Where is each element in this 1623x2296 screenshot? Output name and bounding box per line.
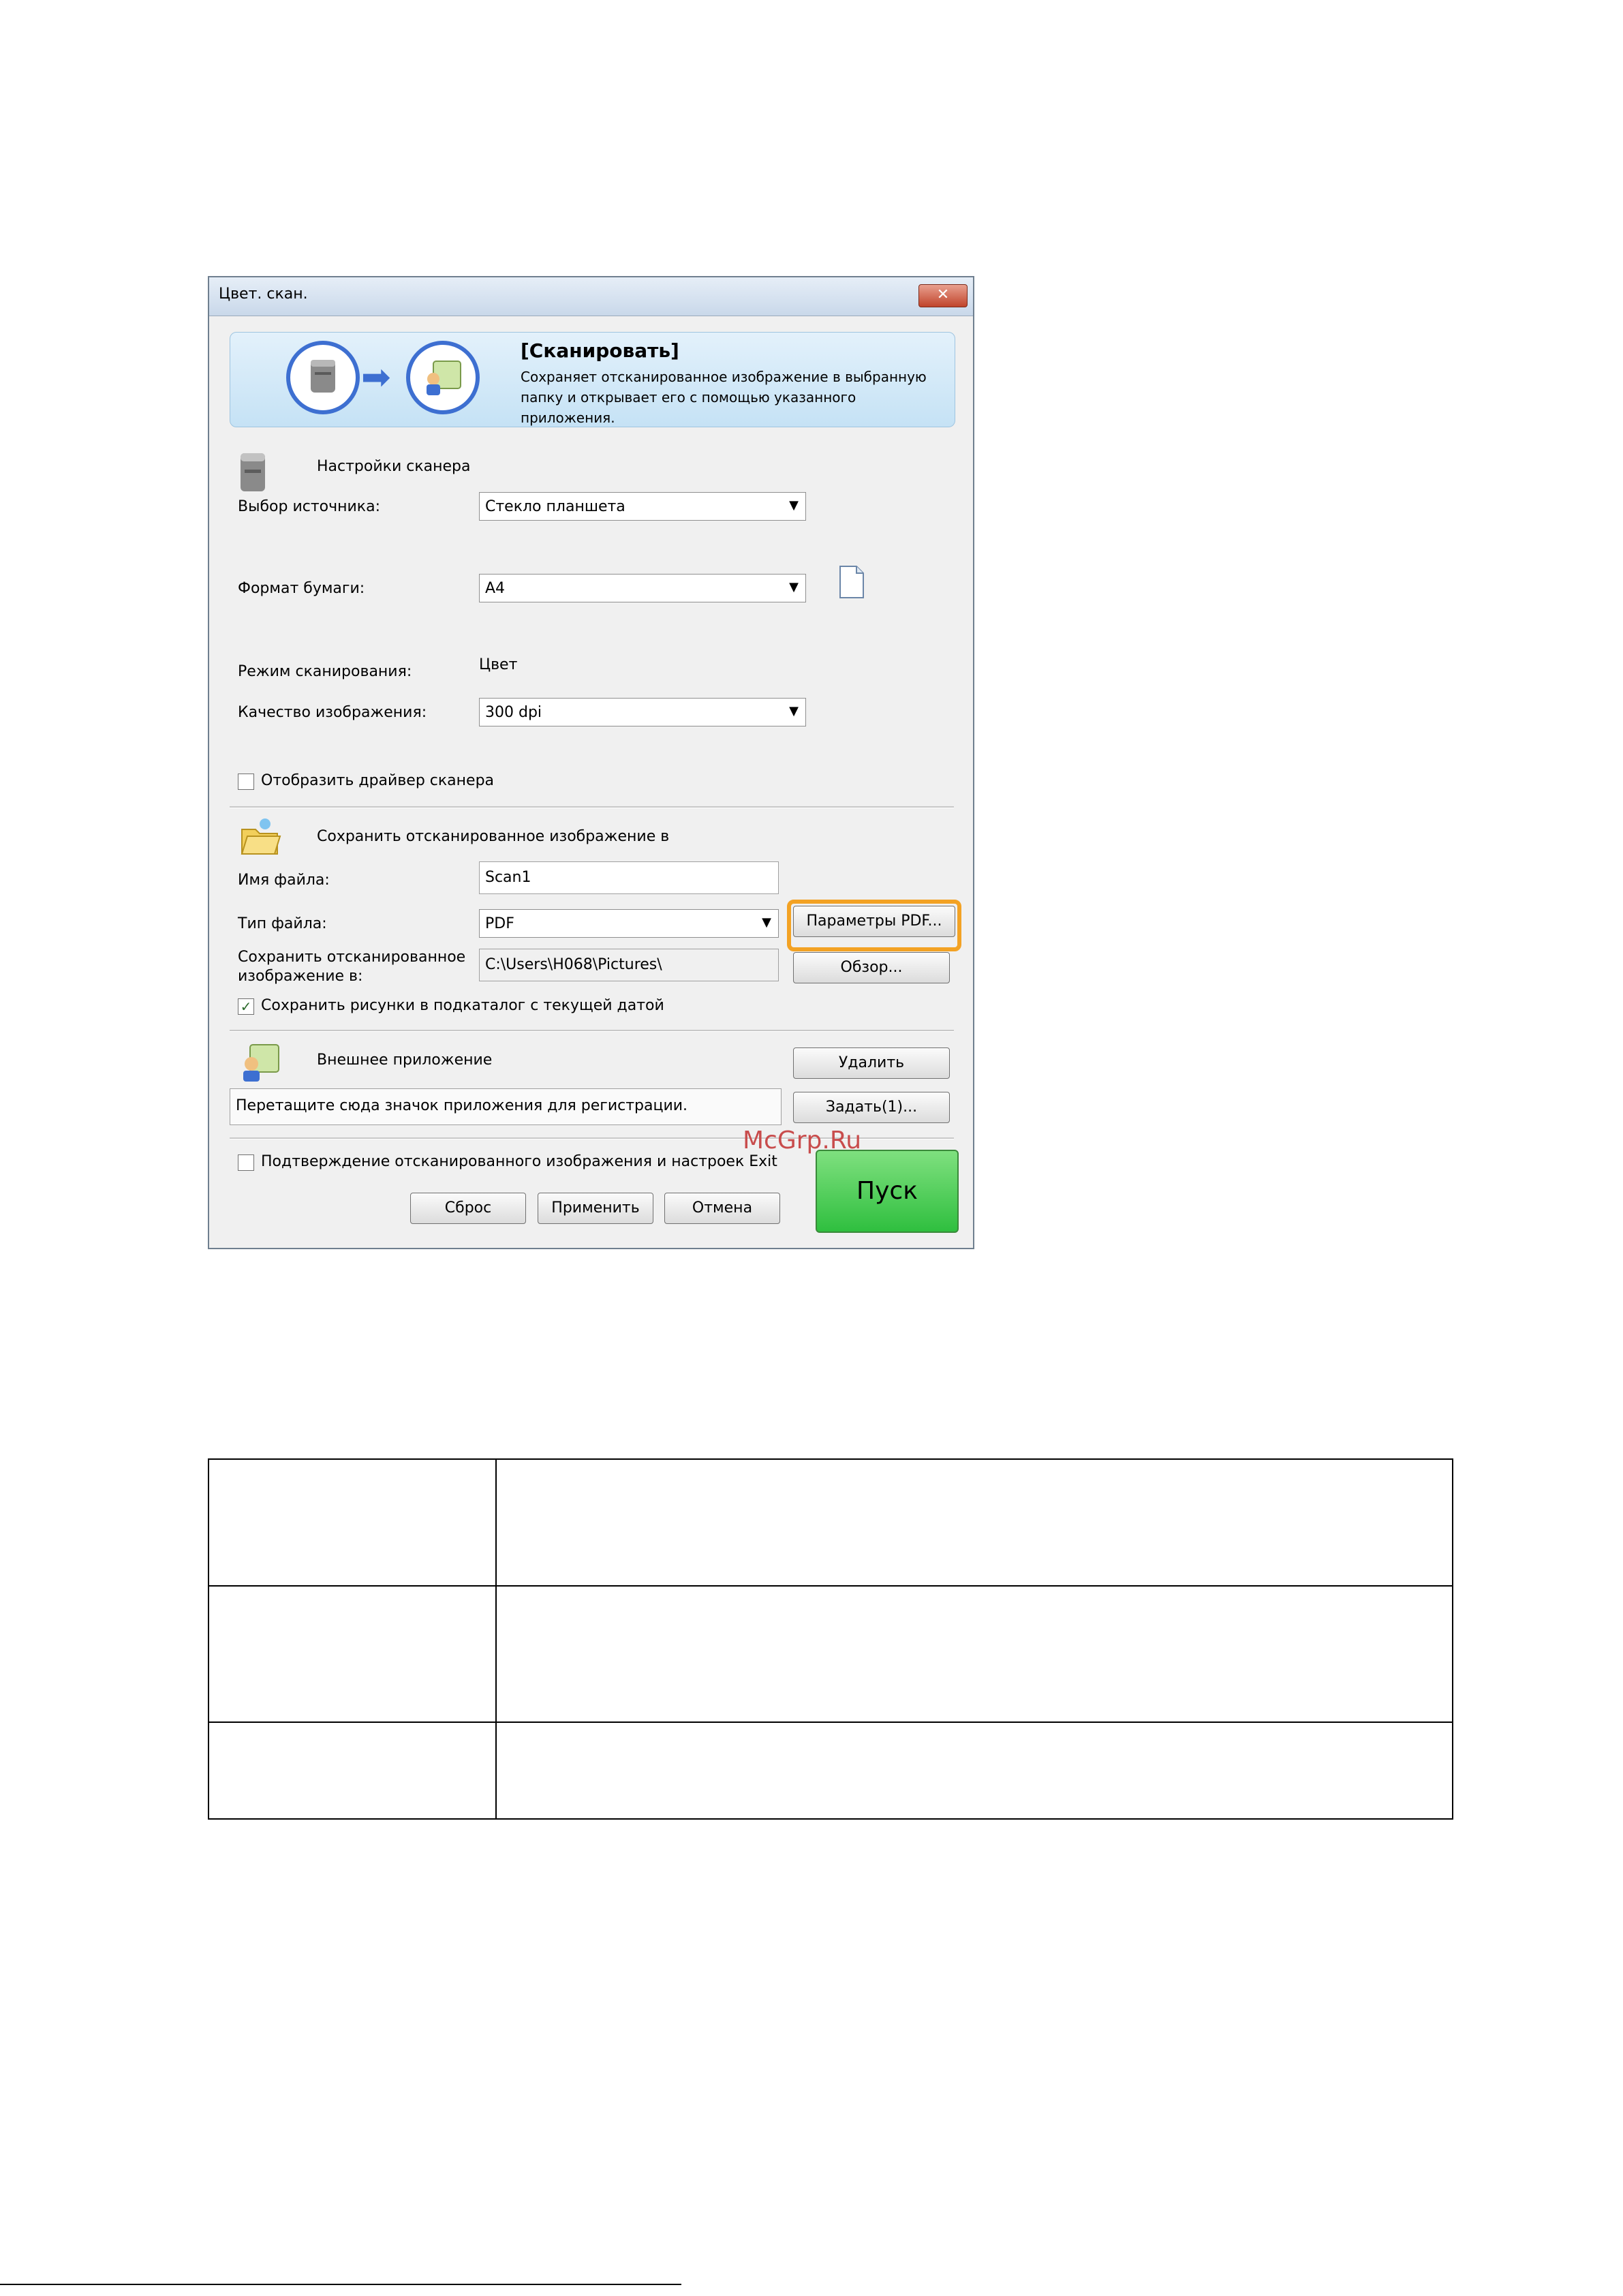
watermark: McGrp.Ru — [743, 1127, 862, 1154]
browse-button[interactable]: Обзор... — [793, 952, 950, 983]
external-app-icon — [243, 1044, 279, 1082]
application-icon — [406, 341, 480, 414]
separator — [230, 806, 954, 808]
mode-banner: ➡ [Сканировать] Сохраняет отсканированно… — [230, 332, 955, 427]
app-drop-zone[interactable]: Перетащите сюда значок приложения для ре… — [230, 1088, 782, 1125]
confirm-checkbox[interactable] — [238, 1154, 254, 1171]
close-button[interactable]: ✕ — [918, 284, 968, 307]
save-to-path: C:\Users\H068\Pictures\ — [479, 949, 779, 981]
source-label: Выбор источника: — [238, 498, 380, 515]
scan-dialog: Цвет. скан. ✕ ➡ [Сканировать] Сохраняет … — [208, 276, 974, 1249]
filetype-value: PDF — [485, 915, 514, 932]
quality-value: 300 dpi — [485, 704, 542, 721]
dialog-title: Цвет. скан. — [219, 286, 308, 303]
table-cell — [495, 1721, 1453, 1820]
dropdown-arrow-icon: ▼ — [762, 915, 771, 930]
external-app-heading: Внешнее приложение — [317, 1052, 493, 1069]
subfolder-label: Сохранить рисунки в подкаталог с текущей… — [261, 997, 664, 1014]
quality-label: Качество изображения: — [238, 704, 427, 721]
scanner-settings-heading: Настройки сканера — [317, 458, 471, 475]
separator — [230, 1030, 954, 1032]
dropdown-arrow-icon: ▼ — [789, 704, 799, 718]
cancel-button[interactable]: Отмена — [664, 1193, 780, 1224]
footer-rule — [0, 2284, 681, 2285]
banner-description: Сохраняет отсканированное изображение в … — [521, 369, 927, 426]
show-driver-checkbox[interactable] — [238, 774, 254, 790]
table-row — [208, 1585, 1453, 1723]
scan-mode-label: Режим сканирования: — [238, 663, 412, 680]
save-to-value: C:\Users\H068\Pictures\ — [485, 956, 662, 973]
drop-hint: Перетащите сюда значок приложения для ре… — [236, 1097, 688, 1114]
filetype-select[interactable]: PDF ▼ — [479, 909, 779, 938]
page-orientation-icon — [839, 566, 864, 598]
save-to-label: Сохранить отсканированное изображение в: — [238, 949, 466, 985]
table-cell — [208, 1458, 497, 1587]
filetype-label: Тип файла: — [238, 915, 327, 932]
reset-button[interactable]: Сброс — [410, 1193, 526, 1224]
info-table — [208, 1458, 1453, 1820]
paper-size-select[interactable]: A4 ▼ — [479, 574, 806, 602]
source-select[interactable]: Стекло планшета ▼ — [479, 492, 806, 521]
scanner-settings-icon — [241, 453, 265, 491]
folder-icon — [241, 818, 281, 855]
dropdown-arrow-icon: ▼ — [789, 580, 799, 594]
start-button[interactable]: Пуск — [816, 1150, 959, 1233]
paper-size-label: Формат бумаги: — [238, 580, 365, 597]
table-row — [208, 1721, 1453, 1820]
source-value: Стекло планшета — [485, 498, 625, 515]
title-bar[interactable]: Цвет. скан. ✕ — [209, 277, 973, 316]
table-cell — [208, 1721, 497, 1820]
table-cell — [495, 1458, 1453, 1587]
filename-value: Scan1 — [485, 869, 531, 886]
confirm-label: Подтверждение отсканированного изображен… — [261, 1153, 777, 1170]
quality-select[interactable]: 300 dpi ▼ — [479, 698, 806, 726]
close-icon: ✕ — [936, 286, 950, 303]
scanner-icon — [286, 341, 360, 414]
delete-app-button[interactable]: Удалить — [793, 1047, 950, 1079]
filename-label: Имя файла: — [238, 872, 330, 889]
show-driver-label: Отобразить драйвер сканера — [261, 772, 495, 789]
paper-size-value: A4 — [485, 580, 506, 597]
table-cell — [208, 1585, 497, 1723]
save-settings-heading: Сохранить отсканированное изображение в — [317, 828, 670, 845]
checkmark-icon: ✓ — [240, 998, 252, 1015]
banner-title: [Сканировать] — [521, 339, 679, 362]
dropdown-arrow-icon: ▼ — [789, 498, 799, 512]
subfolder-checkbox[interactable]: ✓ — [238, 998, 254, 1015]
apply-button[interactable]: Применить — [538, 1193, 653, 1224]
arrow-right-icon: ➡ — [361, 357, 391, 398]
pdf-params-highlight — [787, 900, 961, 951]
scan-mode-value: Цвет — [479, 656, 518, 673]
table-row — [208, 1458, 1453, 1587]
set-app-button[interactable]: Задать(1)... — [793, 1092, 950, 1123]
table-cell — [495, 1585, 1453, 1723]
filename-input[interactable]: Scan1 — [479, 861, 779, 894]
